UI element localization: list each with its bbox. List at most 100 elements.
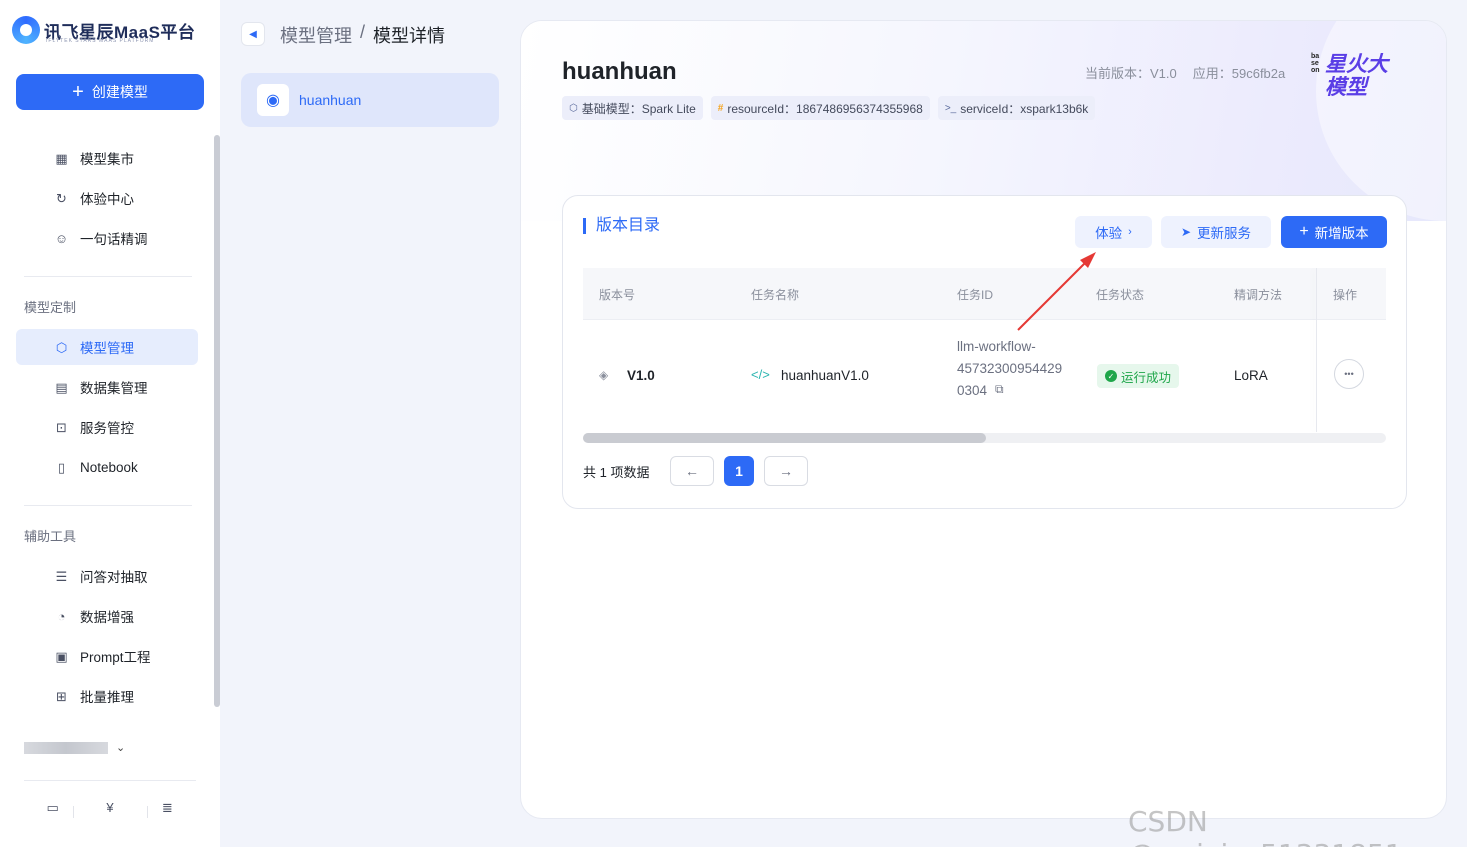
plus-icon: + [1299,223,1309,240]
copy-icon[interactable]: ⧉ [995,382,1004,397]
check-circle-icon: ✓ [1105,370,1117,382]
sidebar-item-label: 模型管理 [80,341,134,356]
column-header: 任务ID [957,288,994,302]
watermark: CSDN @weixin_51331851 [1128,805,1403,847]
sidebar-item-label: Prompt工程 [80,650,151,665]
scrollbar-thumb[interactable] [583,433,986,443]
username-blurred [24,741,108,754]
dataset-icon: ▤ [55,379,68,395]
page-button-1[interactable]: 1 [724,456,754,486]
create-model-label: 创建模型 [91,84,148,100]
update-label: 更新服务 [1197,226,1252,241]
sidebar-item-service-control[interactable]: ⊡ 服务管控 [16,409,198,445]
footer-separator [73,806,74,818]
caret-left-icon: ◀ [249,28,257,40]
table-header: 版本号 任务名称 任务ID 任务状态 精调方法 操作 [583,268,1386,320]
spark-model-logo: base on 星火大模型 [1311,51,1411,103]
model-list-item[interactable]: ◉ huanhuan [241,73,499,127]
chart-icon: ⊞ [56,688,67,704]
task-id-line: 0304 [957,383,988,398]
arrow-left-icon: ← [685,463,699,479]
section-title-tools: 辅助工具 [24,529,77,544]
breadcrumb-parent[interactable]: 模型管理 [280,22,352,48]
refresh-icon: ↻ [56,190,67,206]
back-button[interactable]: ◀ [241,22,265,46]
model-icon: ⬡ [55,339,68,355]
try-label: 体验 [1095,226,1123,241]
sidebar-footer-icons: ▭ ¥ ≣ [0,800,220,816]
sidebar-item-batch-inference[interactable]: ⊞ 批量推理 [16,678,198,714]
sidebar-item-label: 模型集市 [80,152,134,167]
ellipsis-icon: ••• [1344,369,1354,379]
update-service-button[interactable]: ➤ 更新服务 [1161,216,1271,248]
billing-icon[interactable]: ¥ [100,800,120,816]
docs-icon[interactable]: ≣ [157,800,177,816]
sidebar-item-one-sentence-tune[interactable]: ☺ 一句话精调 [16,220,198,256]
fixed-column-divider [1316,268,1317,432]
sidebar-item-notebook[interactable]: ▯ Notebook [16,449,198,485]
logo-icon [12,16,40,44]
column-header: 精调方法 [1234,288,1283,302]
feedback-icon[interactable]: ▭ [43,800,63,816]
sidebar-item-data-enhance[interactable]: ◔ 数据增强 [16,598,198,634]
task-id-line: 45732300954429 [957,361,1063,376]
sidebar-scrollbar[interactable] [214,135,220,707]
sidebar-item-model-management[interactable]: ⬡ 模型管理 [16,329,198,365]
sidebar-item-label: 服务管控 [80,421,134,436]
terminal-icon: >_ [944,102,957,114]
sidebar-divider [24,276,192,277]
table-horizontal-scrollbar[interactable] [583,433,1386,443]
sidebar-item-qa-extract[interactable]: ☰ 问答对抽取 [16,558,198,594]
model-tags: ⬡ 基础模型：Spark Lite # resourceId：186748695… [562,96,1096,120]
table-row: ◈ V1.0 </> huanhuanV1.0 llm-workflow- 45… [583,320,1386,432]
version-number: V1.0 [627,368,655,383]
sidebar-item-label: 问答对抽取 [80,570,148,585]
task-id-line: llm-workflow- [957,339,1036,354]
chevron-down-icon: ⌄ [116,742,126,754]
tag-text: resourceId：1867486956374355968 [727,101,923,116]
sidebar-item-label: Notebook [80,459,138,475]
prompt-icon: ▣ [55,648,68,664]
tag-text: serviceId：xspark13b6k [960,101,1089,116]
list-icon: ☰ [55,568,68,584]
resource-id-tag: # resourceId：1867486956374355968 [710,96,930,120]
header-background [521,21,1446,221]
model-icon: ⬡ [569,102,578,114]
task-name: huanhuanV1.0 [781,368,869,383]
service-id-tag: >_ serviceId：xspark13b6k [937,96,1096,120]
hash-icon: # [717,102,724,114]
sidebar-item-prompt-engineering[interactable]: ▣ Prompt工程 [16,638,198,674]
user-menu[interactable]: ⌄ [24,741,125,754]
grid-icon: ▦ [55,150,68,166]
service-icon: ⊡ [56,419,67,435]
column-header: 任务名称 [751,288,800,302]
tag-text: 基础模型：Spark Lite [581,101,696,116]
breadcrumb: 模型管理 / 模型详情 [280,22,445,48]
breadcrumb-separator: / [360,22,366,42]
tune-icon: ☺ [54,231,69,246]
sidebar-item-dataset-management[interactable]: ▤ 数据集管理 [16,369,198,405]
tune-method: LoRA [1234,368,1268,383]
sidebar-item-label: 数据增强 [80,610,134,625]
version-directory-card: 版本目录 体验 › ➤ 更新服务 + 新增版本 版本号 任务名称 任务ID 任务… [562,195,1407,509]
enhance-icon: ◔ [57,609,66,624]
column-header: 版本号 [599,288,636,302]
page-title: huanhuan [562,58,677,85]
sidebar-item-label: 数据集管理 [80,381,148,396]
sidebar-divider [24,780,196,781]
add-version-button[interactable]: + 新增版本 [1281,216,1387,248]
sidebar-item-model-market[interactable]: ▦ 模型集市 [16,140,198,176]
status-badge: ✓ 运行成功 [1097,364,1180,388]
logo-subtitle: IFLYTEK STARS MAAS PLATFORM [46,38,155,44]
more-actions-button[interactable]: ••• [1334,359,1364,389]
current-version: 当前版本：V1.0 [1085,66,1177,81]
sidebar-divider [24,505,192,506]
prev-page-button[interactable]: ← [670,456,714,486]
code-icon: </> [751,367,770,382]
sidebar-item-experience-center[interactable]: ↻ 体验中心 [16,180,198,216]
next-page-button[interactable]: → [764,456,808,486]
create-model-button[interactable]: + 创建模型 [16,74,204,110]
sidebar-item-label: 一句话精调 [80,232,148,247]
total-count: 共 1 项数据 [583,465,650,480]
model-detail-panel: huanhuan 当前版本：V1.0 应用：59c6fb2a base on 星… [520,20,1447,819]
